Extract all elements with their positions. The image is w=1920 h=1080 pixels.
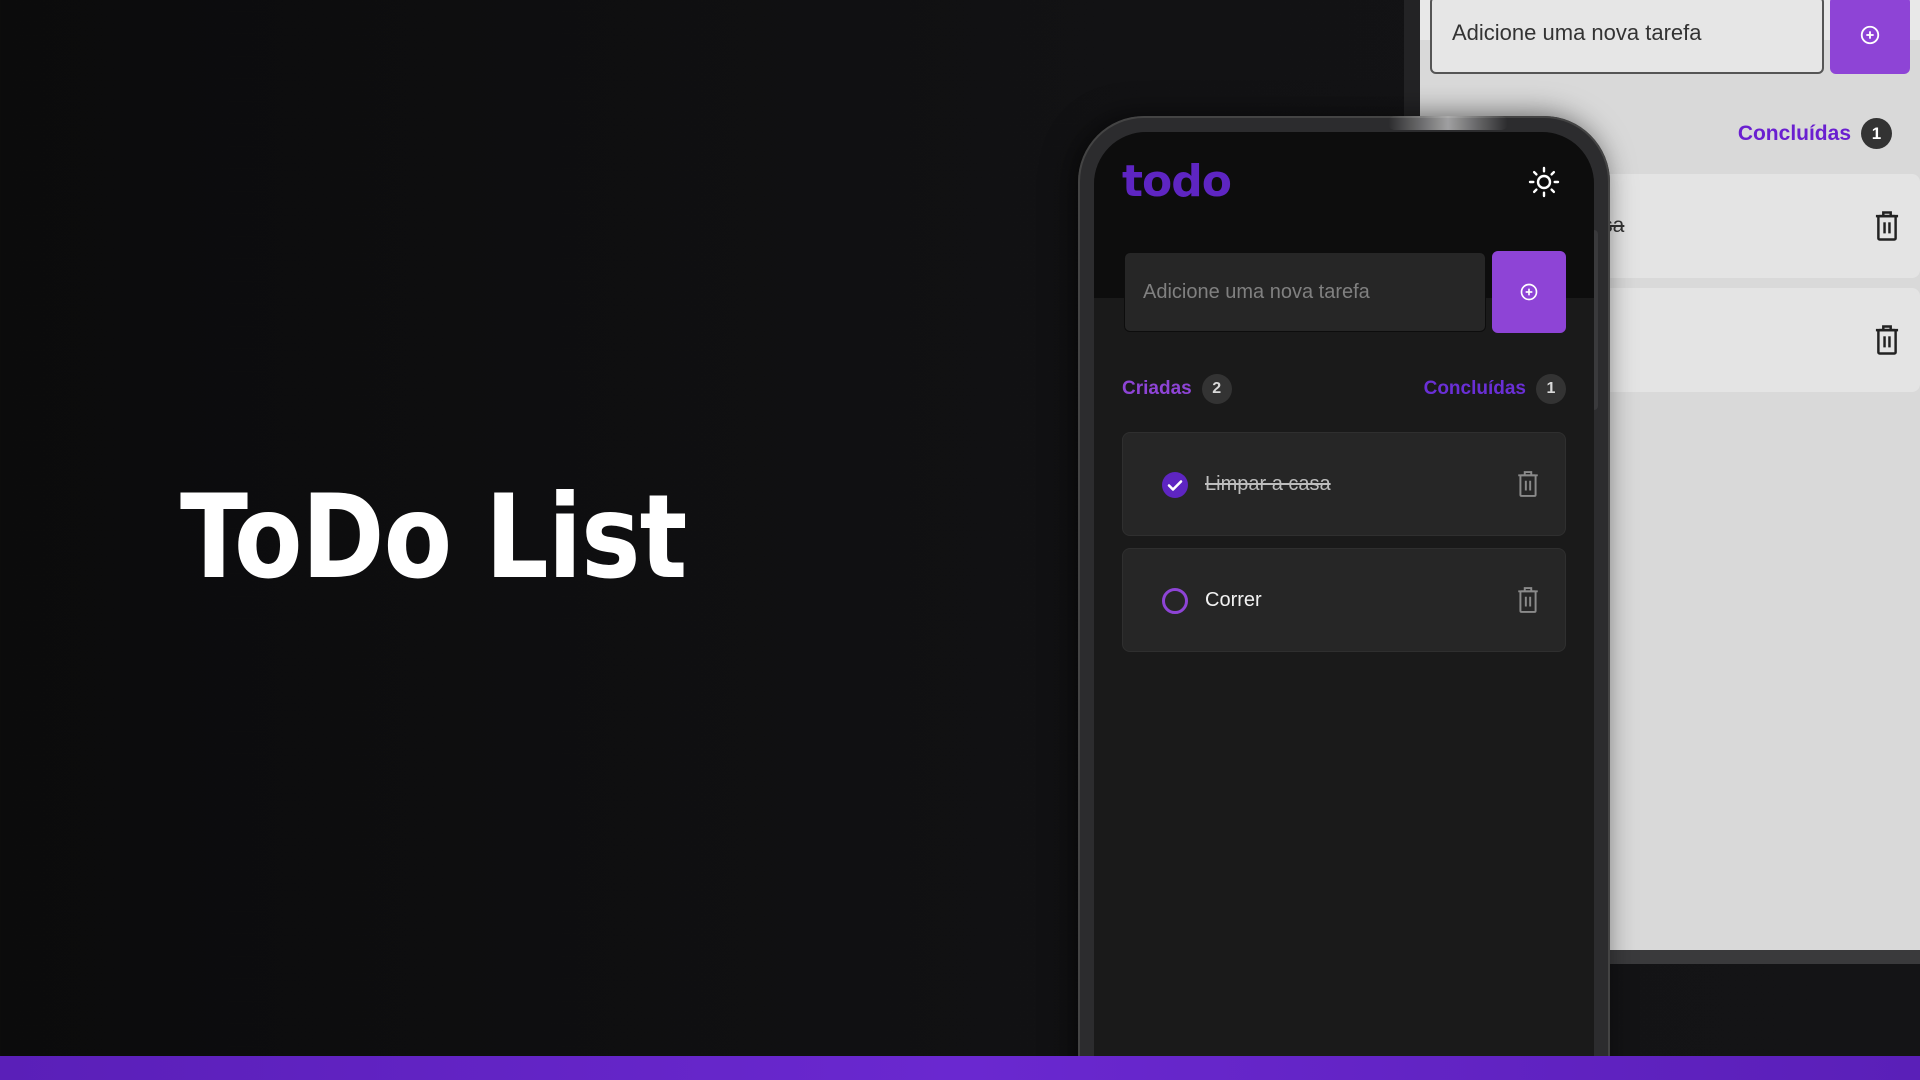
sun-icon xyxy=(1528,166,1560,198)
done-counter: Concluídas 1 xyxy=(1424,374,1566,404)
light-task-card[interactable]: casa xyxy=(1580,174,1920,278)
app-logo: todo xyxy=(1122,156,1232,207)
light-task-card[interactable] xyxy=(1580,288,1920,392)
done-count-badge: 1 xyxy=(1536,374,1566,404)
created-count-badge: 2 xyxy=(1201,374,1232,404)
new-task-input[interactable]: Adicione uma nova tarefa xyxy=(1124,252,1486,332)
checked-circle-icon[interactable] xyxy=(1161,471,1189,499)
light-task-input[interactable]: Adicione uma nova tarefa xyxy=(1430,0,1824,74)
plus-circle-icon xyxy=(1520,283,1538,301)
trash-icon[interactable] xyxy=(1872,210,1902,242)
light-add-task-button[interactable] xyxy=(1830,0,1910,74)
trash-icon[interactable] xyxy=(1515,469,1541,499)
unchecked-circle-icon[interactable] xyxy=(1161,587,1189,615)
task-text: Correr xyxy=(1205,589,1262,611)
phone-screen: todo Adicione uma nova tarefa Criadas 2 … xyxy=(1094,132,1594,1080)
light-done-label: Concluídas xyxy=(1737,121,1851,145)
trash-icon[interactable] xyxy=(1872,324,1902,356)
task-item[interactable]: Correr xyxy=(1122,548,1566,652)
done-label: Concluídas xyxy=(1423,378,1526,399)
theme-toggle-button[interactable] xyxy=(1526,164,1562,200)
created-counter: Criadas 2 xyxy=(1122,374,1232,404)
created-label: Criadas xyxy=(1122,378,1192,399)
hero-title: ToDo List xyxy=(180,470,687,605)
bottom-accent-bar xyxy=(0,1056,1920,1080)
add-task-button[interactable] xyxy=(1492,251,1566,333)
trash-icon[interactable] xyxy=(1515,585,1541,615)
task-stats: Criadas 2 Concluídas 1 xyxy=(1122,374,1566,406)
task-item[interactable]: Limpar a casa xyxy=(1122,432,1566,536)
light-done-counter: Concluídas 1 xyxy=(1738,118,1892,149)
phone-glare xyxy=(1388,116,1508,130)
light-done-count: 1 xyxy=(1861,118,1892,149)
task-text: Limpar a casa xyxy=(1205,473,1331,495)
plus-circle-icon xyxy=(1860,25,1880,45)
